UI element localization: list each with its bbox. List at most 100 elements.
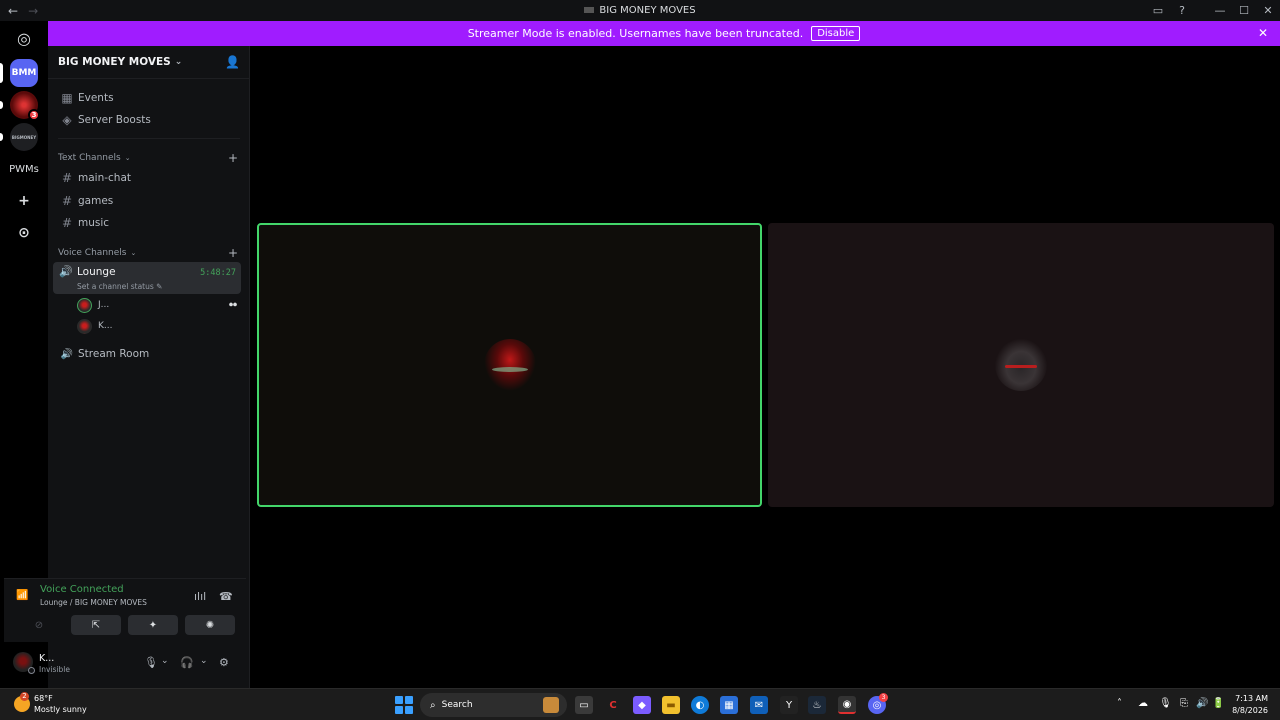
inbox-icon[interactable]: ▭: [1146, 4, 1170, 17]
noise-suppression-icon[interactable]: ılıl: [194, 590, 206, 603]
copilot-icon[interactable]: ◆: [633, 696, 651, 714]
activities-button[interactable]: ✦: [128, 615, 178, 635]
search-highlight-icon: [543, 697, 559, 713]
streamer-mode-text: Streamer Mode is enabled. Usernames have…: [467, 27, 804, 40]
outlook-icon[interactable]: ✉: [750, 696, 768, 714]
chevron-down-icon: ⌄: [124, 154, 131, 162]
disable-streamer-button[interactable]: Disable: [811, 26, 861, 41]
recording-app-icon[interactable]: ◉: [838, 696, 856, 714]
sidebar-item-events[interactable]: ▦ Events: [53, 87, 241, 109]
sidebar-item-server-boosts[interactable]: ◈ Server Boosts: [53, 109, 241, 131]
server-header[interactable]: BIG MONEY MOVES ⌄ 👤: [48, 46, 250, 79]
start-button[interactable]: [395, 696, 413, 714]
maximize-button[interactable]: ☐: [1232, 4, 1256, 17]
camera-off-button[interactable]: ⊘: [14, 615, 64, 635]
voice-channel-name: Lounge: [77, 266, 116, 278]
channel-games[interactable]: # games: [53, 190, 241, 212]
search-icon: ⌕: [430, 699, 436, 711]
voice-connected-subtitle[interactable]: Lounge / BIG MONEY MOVES: [40, 598, 147, 607]
server-icon-red[interactable]: 3: [10, 91, 40, 121]
help-icon[interactable]: ?: [1170, 4, 1194, 17]
channel-name: games: [78, 195, 114, 207]
show-hidden-icons[interactable]: ˄: [1117, 698, 1122, 709]
server-icon-bmm[interactable]: BMM: [10, 59, 38, 87]
discord-home-icon[interactable]: ◎: [10, 24, 38, 52]
share-screen-button[interactable]: ⇱: [71, 615, 121, 635]
onedrive-icon[interactable]: ☁: [1138, 698, 1148, 709]
hash-icon: #: [61, 171, 73, 185]
weather-condition: Mostly sunny: [34, 705, 87, 714]
microphone-tray-icon[interactable]: 🎙: [1159, 698, 1172, 709]
signal-icon[interactable]: 📶: [16, 590, 28, 601]
active-server-pill: [0, 63, 3, 83]
voice-channel-lounge[interactable]: 🔊 Lounge 5:48:27 Set a channel status ✎: [53, 262, 241, 294]
c-app-icon[interactable]: C: [604, 696, 622, 714]
steam-icon[interactable]: ♨: [808, 696, 826, 714]
hash-icon: #: [61, 194, 73, 208]
system-clock[interactable]: 7:13 AM 8/8/2026: [1232, 693, 1268, 717]
user-status[interactable]: Invisible: [39, 665, 70, 674]
chevron-down-icon: ⌄: [130, 249, 137, 257]
store-icon[interactable]: ▦: [720, 696, 738, 714]
add-server-icon[interactable]: +: [10, 187, 38, 215]
create-channel-icon[interactable]: +: [228, 151, 238, 165]
clock-date: 8/8/2026: [1232, 706, 1268, 715]
soundboard-button[interactable]: ✺: [185, 615, 235, 635]
search-label: Search: [441, 700, 473, 710]
category-voice-channels[interactable]: Voice Channels ⌄ +: [58, 246, 238, 260]
voice-connected-title[interactable]: Voice Connected: [40, 584, 124, 595]
channel-music[interactable]: # music: [53, 212, 241, 234]
voice-user[interactable]: J... ⏺⏺: [77, 296, 237, 314]
category-label: Voice Channels: [58, 248, 127, 258]
set-channel-status[interactable]: Set a channel status ✎: [77, 282, 162, 291]
forward-arrow-icon[interactable]: →: [28, 4, 38, 18]
voice-stage: [251, 46, 1280, 688]
yahoo-icon[interactable]: Y: [780, 696, 798, 714]
server-name: BIG MONEY MOVES: [58, 56, 171, 68]
voice-user[interactable]: K...: [77, 317, 237, 335]
invite-people-icon[interactable]: 👤: [225, 55, 240, 69]
hash-icon: #: [61, 216, 73, 230]
channel-main-chat[interactable]: # main-chat: [53, 167, 241, 189]
edge-icon[interactable]: ◐: [691, 696, 709, 714]
volume-icon[interactable]: 🔊: [1196, 698, 1208, 709]
create-voice-channel-icon[interactable]: +: [228, 246, 238, 260]
voice-timer: 5:48:27: [200, 268, 236, 278]
discover-icon[interactable]: ⊙: [10, 219, 38, 247]
headset-icon[interactable]: 🎧: [180, 656, 194, 669]
participant-tile-speaking[interactable]: [257, 223, 762, 507]
participant-tile[interactable]: [768, 223, 1274, 507]
server-icon-pwms-label: PWMs: [9, 163, 39, 175]
username[interactable]: K...: [39, 653, 54, 664]
voice-channel-stream-room[interactable]: 🔊 Stream Room: [53, 343, 241, 365]
avatar: [77, 297, 92, 313]
gear-icon[interactable]: ⚙: [219, 656, 229, 669]
category-text-channels[interactable]: Text Channels ⌄ +: [58, 151, 238, 165]
clock-time: 7:13 AM: [1235, 694, 1268, 703]
sidebar-item-label: Server Boosts: [78, 114, 151, 126]
file-explorer-icon[interactable]: ▬: [662, 696, 680, 714]
taskbar-search[interactable]: ⌕ Search: [420, 693, 567, 717]
back-arrow-icon[interactable]: ←: [8, 4, 18, 18]
chevron-down-icon: ⌄: [174, 57, 183, 67]
disconnect-icon[interactable]: ☎: [219, 590, 233, 603]
category-label: Text Channels: [58, 153, 121, 163]
network-icon[interactable]: ⎘: [1180, 698, 1188, 709]
server-icon-bigmoney[interactable]: BIGMONEY: [10, 123, 38, 151]
nav-buttons: ← →: [0, 4, 38, 18]
minimize-button[interactable]: —: [1208, 4, 1232, 17]
chevron-down-icon[interactable]: ⌄: [161, 656, 169, 666]
close-banner-icon[interactable]: ✕: [1258, 26, 1268, 40]
windows-taskbar: 2 68°F Mostly sunny ⌕ Search ▭ C ◆ ▬ ◐ ▦…: [0, 688, 1280, 720]
server-icon-pwms[interactable]: PWMs: [6, 155, 42, 183]
activities-icon: ✦: [148, 619, 158, 631]
chevron-down-icon[interactable]: ⌄: [200, 656, 208, 666]
stream-badge: ⏺⏺: [229, 300, 237, 309]
microphone-icon[interactable]: 🎙: [144, 656, 158, 669]
avatar: [483, 339, 536, 391]
task-view-icon[interactable]: ▭: [575, 696, 593, 714]
battery-icon[interactable]: 🔋: [1212, 698, 1224, 709]
window-title-text: BIG MONEY MOVES: [599, 5, 696, 16]
close-window-button[interactable]: ✕: [1256, 4, 1280, 17]
weather-badge: 2: [20, 692, 29, 701]
